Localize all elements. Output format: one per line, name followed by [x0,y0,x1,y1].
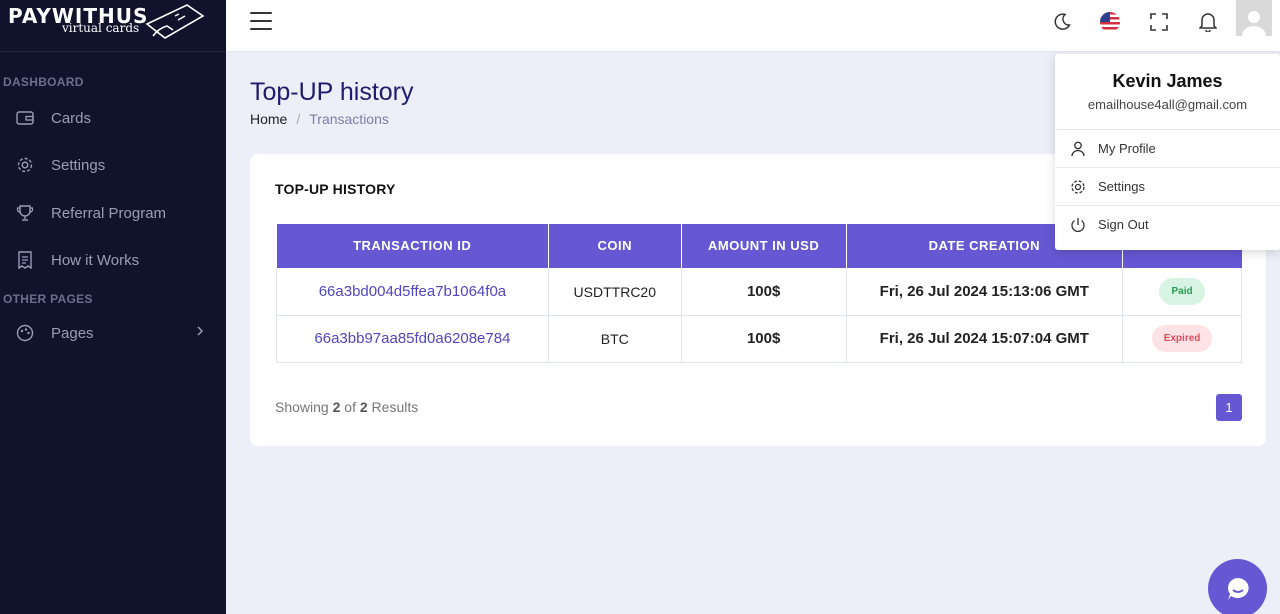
coin-cell: BTC [547,314,682,363]
topbar [226,0,1280,52]
breadcrumb-separator: / [296,111,301,127]
menu-item-label: My Profile [1098,141,1156,156]
sidebar-item-referral[interactable]: Referral Program [0,193,226,233]
page-title: Top-UP history [250,78,414,106]
results-summary: Showing 2 of 2 Results [275,399,418,415]
status-cell: Expired [1122,314,1242,363]
transaction-id-link[interactable]: 66a3bd004d5ffea7b1064f0a [276,267,549,316]
transaction-id-link[interactable]: 66a3bb97aa85fd0a6208e784 [276,314,549,363]
moon-icon[interactable] [1047,9,1077,35]
sidebar-item-label: Pages [51,324,94,342]
sidebar-item-label: How it Works [51,251,140,269]
wallet-icon [15,108,35,128]
results-suffix: Results [371,399,419,415]
table-row: 66a3bd004d5ffea7b1064f0a USDTTRC20 100$ … [276,267,1242,316]
trophy-icon [15,203,35,223]
gear-icon [15,155,35,175]
sidebar-item-pages[interactable]: Pages [0,313,226,353]
results-prefix: Showing [275,399,329,415]
section-label-other-pages: OTHER PAGES [3,292,93,306]
status-cell: Paid [1122,267,1242,316]
user-email: emailhouse4all@gmail.com [1087,97,1248,112]
user-dropdown: Kevin James emailhouse4all@gmail.com My … [1055,54,1280,250]
card-title: TOP-UP HISTORY [275,181,396,197]
brand-logo[interactable]: PAYWITHUS virtual cards [0,0,226,52]
results-total: 2 [359,399,368,415]
section-label-dashboard: DASHBOARD [3,75,84,89]
user-icon [1069,141,1087,157]
chat-icon [1227,577,1249,600]
brand-tagline: virtual cards [62,21,140,35]
sidebar-item-settings[interactable]: Settings [0,145,226,185]
pagination-page-1[interactable]: 1 [1216,394,1242,421]
sidebar-item-cards[interactable]: Cards [0,98,226,138]
column-header-transaction-id: TRANSACTION ID [276,224,549,269]
amount-cell: 100$ [680,314,847,363]
menu-item-my-profile[interactable]: My Profile [1055,129,1280,167]
user-name: Kevin James [1112,71,1223,91]
breadcrumb: Home / Transactions [250,111,389,127]
menu-item-sign-out[interactable]: Sign Out [1055,205,1280,243]
hand-card-icon [145,4,205,39]
sidebar-item-label: Referral Program [51,204,167,222]
column-header-amount: AMOUNT IN USD [680,224,847,269]
results-of: of [344,399,356,415]
menu-item-label: Sign Out [1098,217,1149,232]
coin-cell: USDTTRC20 [547,267,682,316]
breadcrumb-current: Transactions [309,111,389,127]
receipt-icon [15,250,35,270]
table-row: 66a3bb97aa85fd0a6208e784 BTC 100$ Fri, 2… [276,314,1242,363]
menu-item-settings[interactable]: Settings [1055,167,1280,205]
palette-icon [15,323,35,343]
bell-icon[interactable] [1193,9,1223,35]
chevron-right-icon [197,326,204,336]
gear-icon [1069,179,1087,195]
status-badge: Expired [1151,325,1213,352]
us-flag-icon[interactable] [1095,9,1125,35]
sidebar-item-label: Settings [51,156,106,174]
sidebar: PAYWITHUS virtual cards DASHBOARD Cards … [0,0,226,614]
chat-widget-button[interactable] [1208,559,1267,614]
date-cell: Fri, 26 Jul 2024 15:07:04 GMT [845,314,1124,363]
avatar[interactable] [1236,0,1272,36]
breadcrumb-home[interactable]: Home [250,111,287,127]
amount-cell: 100$ [680,267,847,316]
menu-item-label: Settings [1098,179,1145,194]
date-cell: Fri, 26 Jul 2024 15:13:06 GMT [845,267,1124,316]
column-header-coin: COIN [547,224,682,269]
sidebar-item-how-it-works[interactable]: How it Works [0,240,226,280]
sidebar-item-label: Cards [51,109,92,127]
results-shown: 2 [332,399,341,415]
menu-icon[interactable] [250,12,272,30]
power-icon [1069,217,1087,233]
fullscreen-icon[interactable] [1144,9,1174,35]
status-badge: Paid [1159,278,1205,305]
